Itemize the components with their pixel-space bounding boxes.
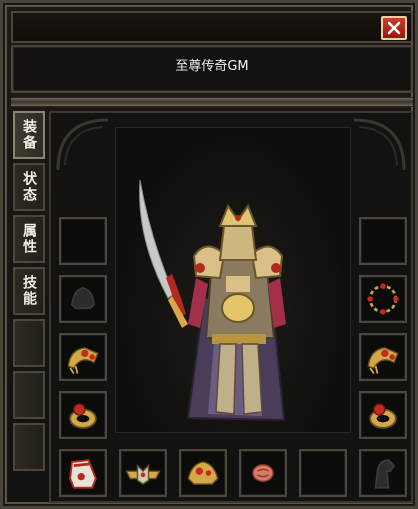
- ring-icon: [369, 403, 397, 429]
- equipment-slot-bracelet-right[interactable]: [359, 333, 407, 381]
- name-bar: 至尊传奇GM: [11, 45, 413, 93]
- bracelet-icon: [67, 347, 99, 375]
- equipment-slot-empty[interactable]: [299, 449, 347, 497]
- tab-empty-3[interactable]: [13, 423, 45, 471]
- tab-attributes[interactable]: 属性: [13, 215, 45, 263]
- belt-icon: [125, 464, 161, 485]
- tab-label: 状态: [21, 171, 37, 203]
- tab-label: 属性: [21, 223, 37, 255]
- character-panel: 至尊传奇GM 装备 状态 属性 技能: [0, 0, 418, 509]
- equipment-slot-bracelet-left[interactable]: [59, 333, 107, 381]
- tab-empty-1[interactable]: [13, 319, 45, 367]
- equipment-slot-mount[interactable]: [359, 449, 407, 497]
- close-button[interactable]: [381, 16, 407, 40]
- equipment-slot-helmet[interactable]: [59, 275, 107, 323]
- character-portrait-area: [115, 127, 351, 433]
- tab-label: 技能: [21, 275, 37, 307]
- tab-label: 装备: [21, 119, 37, 151]
- equipment-slot-necklace[interactable]: [359, 275, 407, 323]
- amulet-icon: [187, 461, 219, 485]
- equipment-slot-amulet[interactable]: [179, 449, 227, 497]
- tab-empty-2[interactable]: [13, 371, 45, 419]
- tab-skills[interactable]: 技能: [13, 267, 45, 315]
- equipment-slot-left-1[interactable]: [59, 217, 107, 265]
- equipment-slot-ring-right[interactable]: [359, 391, 407, 439]
- equipment-slot-right-1[interactable]: [359, 217, 407, 265]
- bracelet-icon: [367, 347, 399, 375]
- close-icon: [387, 21, 401, 35]
- tab-column: 装备 状态 属性 技能: [13, 111, 47, 503]
- necklace-icon: [367, 283, 399, 315]
- player-name: 至尊传奇GM: [175, 59, 249, 74]
- tab-status[interactable]: 状态: [13, 163, 45, 211]
- charm-icon: [252, 464, 274, 482]
- equipment-slot-ring-left[interactable]: [59, 391, 107, 439]
- warrior-figure: [139, 179, 286, 422]
- ornament-top-right: [353, 118, 406, 171]
- tab-equipment[interactable]: 装备: [13, 111, 45, 159]
- helmet-faded-icon: [71, 287, 95, 310]
- equipment-slot-belt[interactable]: [119, 449, 167, 497]
- equipment-slot-charm[interactable]: [239, 449, 287, 497]
- equipment-area: [49, 111, 413, 503]
- equipment-slot-boots[interactable]: [59, 449, 107, 497]
- ring-icon: [69, 403, 97, 429]
- title-bar: [11, 11, 413, 43]
- horse-faded-icon: [374, 459, 396, 489]
- boots-icon: [69, 459, 97, 489]
- divider: [11, 97, 413, 107]
- ornament-top-left: [56, 118, 109, 171]
